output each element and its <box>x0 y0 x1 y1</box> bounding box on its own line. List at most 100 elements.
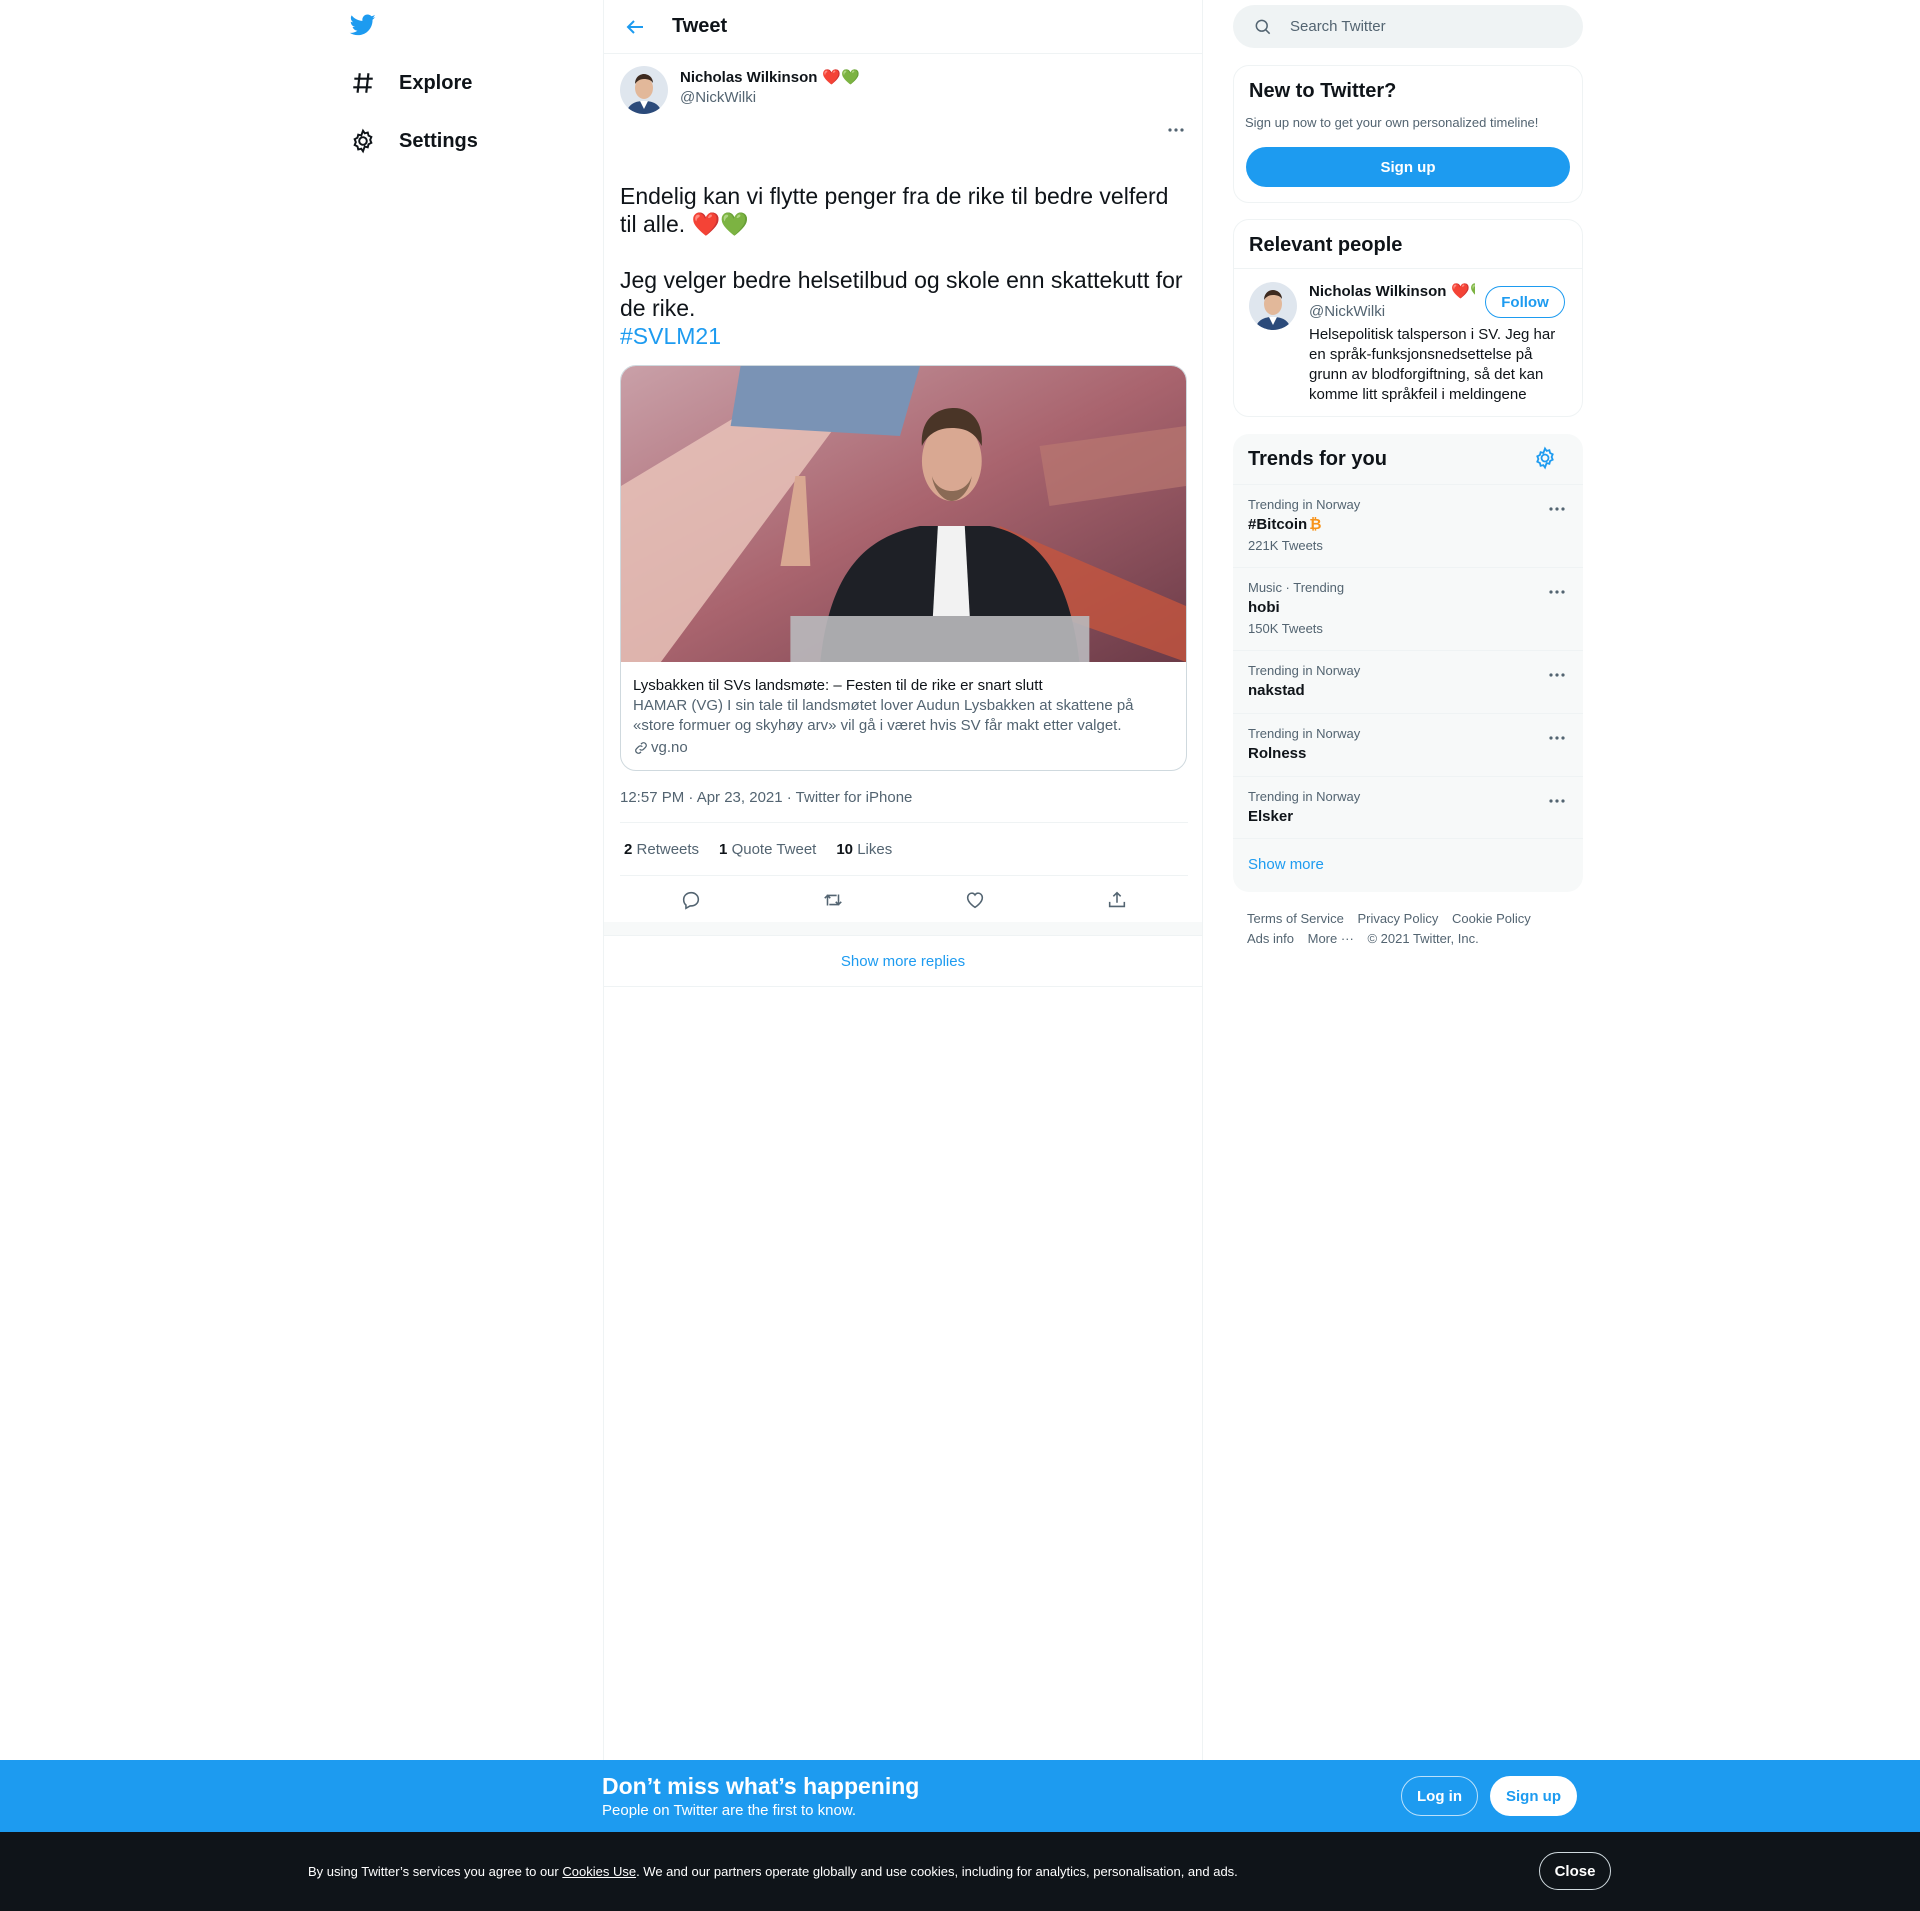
trend-item[interactable]: Music · Trending hobi 150K Tweets <box>1233 567 1583 650</box>
trend-name: hobi <box>1248 599 1280 616</box>
reply-icon[interactable] <box>680 889 702 911</box>
more-options-icon[interactable] <box>1547 665 1567 685</box>
main-column: Tweet Nicholas Wilkinson ❤️💚 @NickWilki … <box>603 0 1203 1760</box>
link-card[interactable]: Lysbakken til SVs landsmøte: – Festen ti… <box>620 365 1187 771</box>
panel-title: New to Twitter? <box>1249 80 1397 102</box>
panel-title: Relevant people <box>1249 234 1403 256</box>
footer-link[interactable]: Privacy Policy <box>1357 909 1438 929</box>
tweet-stats: 2 Retweets 1 Quote Tweet 10 Likes <box>620 822 1188 876</box>
more-options-icon[interactable] <box>1547 791 1567 811</box>
trend-item[interactable]: Trending in Norway Rolness <box>1233 713 1583 776</box>
twitter-bird-icon[interactable] <box>348 12 378 38</box>
share-icon[interactable] <box>1106 889 1128 911</box>
show-more-replies-button[interactable]: Show more replies <box>604 937 1202 987</box>
tweet-timestamp[interactable]: 12:57 PM · Apr 23, 2021 · Twitter for iP… <box>620 789 912 806</box>
trend-name: Elsker <box>1248 808 1294 825</box>
nav-item-label: Settings <box>399 129 478 152</box>
trend-context: Music · Trending <box>1248 580 1345 595</box>
more-options-icon[interactable] <box>1166 120 1186 140</box>
page-title: Tweet <box>672 15 728 37</box>
cookie-text: By using Twitter’s services you agree to… <box>308 1864 1238 1879</box>
likes-stat[interactable]: 10 Likes <box>836 841 892 858</box>
link-icon <box>635 742 647 754</box>
panel-subtitle: Sign up now to get your own personalized… <box>1245 115 1539 130</box>
author-emoji: ❤️💚 <box>822 69 860 86</box>
show-more-trends-link[interactable]: Show more <box>1248 856 1324 873</box>
person-handle[interactable]: @NickWilki <box>1309 303 1385 320</box>
section-divider <box>604 922 1202 936</box>
settings-gear-icon[interactable] <box>1533 446 1557 470</box>
footer: Terms of Service Privacy Policy Cookie P… <box>1247 909 1577 949</box>
banner-sign-up-button[interactable]: Sign up <box>1490 1776 1577 1816</box>
hashtag-icon <box>353 73 373 93</box>
person-name[interactable]: Nicholas Wilkinson ❤️💚 <box>1309 282 1475 301</box>
trend-item[interactable]: Trending in Norway Elsker <box>1233 776 1583 839</box>
person-emoji: ❤️💚 <box>1451 283 1475 300</box>
trend-name: nakstad <box>1248 682 1305 699</box>
divider <box>1234 268 1582 269</box>
trend-context: Trending in Norway <box>1248 663 1361 678</box>
banner-subtitle: People on Twitter are the first to know. <box>602 1802 857 1819</box>
nav-item-explore[interactable]: Explore <box>350 68 472 98</box>
banner-headline: Don’t miss what’s happening <box>602 1773 920 1799</box>
retweet-icon[interactable] <box>822 889 844 911</box>
avatar[interactable] <box>1249 282 1297 330</box>
close-button[interactable]: Close <box>1539 1852 1611 1890</box>
bitcoin-icon: ₿ <box>1309 516 1322 533</box>
copyright: © 2021 Twitter, Inc. <box>1367 931 1479 946</box>
page-header: Tweet <box>604 0 1202 54</box>
trend-name: #Bitcoin <box>1248 516 1308 533</box>
author-name: Nicholas Wilkinson <box>680 68 818 86</box>
trend-count: 221K Tweets <box>1248 538 1323 553</box>
search-icon <box>1255 19 1271 34</box>
follow-button[interactable]: Follow <box>1485 286 1565 318</box>
trend-count: 150K Tweets <box>1248 621 1323 636</box>
card-image <box>621 366 1186 662</box>
trend-context: Trending in Norway <box>1248 789 1361 804</box>
panel-title: Trends for you <box>1248 448 1387 470</box>
back-arrow-icon[interactable] <box>623 15 647 39</box>
footer-link[interactable]: More ··· <box>1308 929 1354 949</box>
trend-name: Rolness <box>1248 745 1307 762</box>
trend-item[interactable]: Trending in Norway #Bitcoin ₿ 221K Tweets <box>1233 484 1583 567</box>
trend-context: Trending in Norway <box>1248 497 1361 512</box>
author-handle: @NickWilki <box>680 89 757 106</box>
avatar[interactable] <box>620 66 668 114</box>
avatar-image <box>620 66 668 114</box>
footer-link[interactable]: Cookie Policy <box>1452 909 1531 929</box>
tweet-text-line2: Jeg velger bedre helsetilbud og skole en… <box>620 267 1183 321</box>
footer-link[interactable]: Terms of Service <box>1247 909 1344 929</box>
card-domain: vg.no <box>651 739 688 756</box>
trend-context: Trending in Norway <box>1248 726 1361 741</box>
card-description: HAMAR (VG) I sin tale til landsmøtet lov… <box>633 697 1134 734</box>
trend-item[interactable]: Trending in Norway nakstad <box>1233 650 1583 713</box>
nav-item-settings[interactable]: Settings <box>350 126 478 156</box>
retweets-stat[interactable]: 2 Retweets <box>624 841 699 858</box>
signup-banner: Don’t miss what’s happening People on Tw… <box>0 1760 1920 1832</box>
new-to-twitter-panel: New to Twitter? Sign up now to get your … <box>1233 65 1583 203</box>
quote-tweets-stat[interactable]: 1 Quote Tweet <box>719 841 816 858</box>
tweet-text-emoji: ❤️💚 <box>691 211 749 237</box>
cookies-use-link[interactable]: Cookies Use <box>562 1864 636 1879</box>
nav-item-label: Explore <box>399 71 473 94</box>
cookie-bar: By using Twitter’s services you agree to… <box>0 1832 1920 1911</box>
tweet-actions <box>620 878 1188 922</box>
search-bar <box>1233 5 1583 48</box>
sign-up-button[interactable]: Sign up <box>1246 147 1570 187</box>
more-options-icon[interactable] <box>1547 728 1567 748</box>
relevant-people-panel: Relevant people Nicholas Wilkinson ❤️💚 @… <box>1233 219 1583 417</box>
card-title: Lysbakken til SVs landsmøte: – Festen ti… <box>633 677 1043 694</box>
more-options-icon[interactable] <box>1547 582 1567 602</box>
log-in-button[interactable]: Log in <box>1401 1776 1478 1816</box>
avatar-image <box>1249 282 1297 330</box>
hashtag-link[interactable]: #SVLM21 <box>620 323 721 349</box>
search-input[interactable] <box>1290 18 1550 35</box>
trends-panel: Trends for you Trending in Norway #Bitco… <box>1233 434 1583 892</box>
footer-link[interactable]: Ads info <box>1247 929 1294 949</box>
tweet-author[interactable]: Nicholas Wilkinson ❤️💚 @NickWilki <box>680 68 860 107</box>
more-options-icon[interactable] <box>1547 499 1567 519</box>
person-bio: Helsepolitisk talsperson i SV. Jeg har e… <box>1309 326 1556 403</box>
like-icon[interactable] <box>964 889 986 911</box>
tweet-text: Endelig kan vi flytte penger fra de rike… <box>620 182 1190 350</box>
gear-icon <box>353 128 373 154</box>
